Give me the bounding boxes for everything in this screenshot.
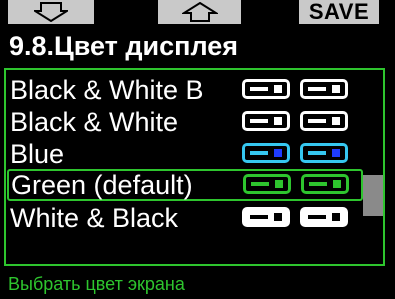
option-blue[interactable]: Blue xyxy=(6,138,363,170)
display-preview-icon xyxy=(300,79,348,99)
option-label: White & Black xyxy=(10,203,179,233)
option-label: Black & White xyxy=(10,107,179,137)
option-preview xyxy=(242,207,348,227)
softkey-bar: SAVE xyxy=(0,0,395,28)
option-preview xyxy=(243,174,349,194)
up-softkey[interactable] xyxy=(158,0,241,24)
save-softkey[interactable]: SAVE xyxy=(299,0,379,24)
option-black-white-b[interactable]: Black & White B xyxy=(6,74,363,106)
option-preview xyxy=(242,143,348,163)
display-preview-icon xyxy=(242,207,290,227)
display-preview-icon xyxy=(300,143,348,163)
option-label: Black & White B xyxy=(10,75,204,105)
display-color-list: Black & White B Black & White Blue Green… xyxy=(4,68,385,266)
display-preview-icon xyxy=(242,143,290,163)
scrollbar-thumb[interactable] xyxy=(363,175,383,216)
option-black-white[interactable]: Black & White xyxy=(6,106,363,138)
display-preview-icon xyxy=(300,111,348,131)
option-preview xyxy=(242,111,348,131)
arrow-down-icon xyxy=(34,2,68,22)
scrollbar[interactable] xyxy=(363,70,383,264)
page-title: 9.8.Цвет дисплея xyxy=(9,31,239,61)
arrow-up-icon xyxy=(181,2,218,22)
hint-text: Выбрать цвет экрана xyxy=(8,274,185,294)
down-softkey[interactable] xyxy=(8,0,94,24)
option-preview xyxy=(242,79,348,99)
option-white-black[interactable]: White & Black xyxy=(6,202,363,234)
display-preview-icon xyxy=(242,79,290,99)
option-green-default[interactable]: Green (default) xyxy=(7,169,363,201)
option-label: Blue xyxy=(10,139,65,169)
display-preview-icon xyxy=(242,111,290,131)
display-preview-icon xyxy=(301,174,349,194)
option-label: Green (default) xyxy=(11,170,193,200)
display-preview-icon xyxy=(300,207,348,227)
display-preview-icon xyxy=(243,174,291,194)
save-label: SAVE xyxy=(308,0,370,24)
